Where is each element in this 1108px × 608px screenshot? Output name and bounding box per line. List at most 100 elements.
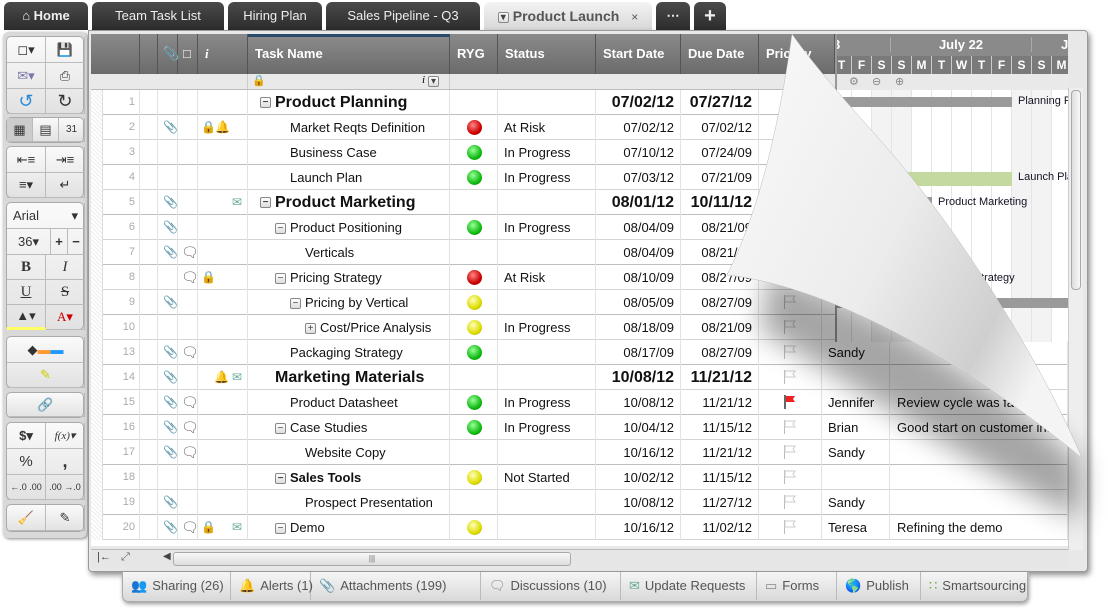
tab-sales-pipeline[interactable]: Sales Pipeline - Q3 [326,2,480,30]
row-drag-handle[interactable] [91,190,103,215]
row-drag-handle[interactable] [91,215,103,240]
priority-cell[interactable] [759,365,822,390]
status-cell[interactable]: At Risk [498,115,596,140]
start-date-cell[interactable]: 10/04/12 [596,415,681,440]
flag-off-icon[interactable] [784,370,796,384]
row-drag-handle[interactable] [91,465,103,490]
update-request-icon[interactable]: ✉ [232,370,242,384]
task-name-cell[interactable]: Business Case [248,140,450,165]
paperclip-icon[interactable]: 📎 [163,295,177,309]
status-cell[interactable]: In Progress [498,390,596,415]
new-sheet-dropdown-icon[interactable]: ◻▾ [7,37,46,63]
attachment-cell[interactable]: 📎 [158,290,178,315]
attachment-cell[interactable] [158,315,178,340]
row-drag-handle[interactable] [91,265,103,290]
add-tab-button[interactable]: + [694,2,726,30]
attachment-cell[interactable]: 📎 [158,440,178,465]
row-drag-handle[interactable] [91,440,103,465]
header-priority[interactable]: Priority [759,34,835,74]
status-cell[interactable]: Not Started [498,465,596,490]
row-drag-handle[interactable] [91,165,103,190]
task-name-cell[interactable]: Verticals [248,240,450,265]
ryg-cell[interactable] [450,265,498,290]
flag-off-icon[interactable] [784,520,796,534]
bottom-tab-publish[interactable]: 🌎 Publish [837,572,921,600]
italic-button[interactable]: I [46,255,85,280]
row-number[interactable]: 3 [103,140,140,165]
flag-off-icon[interactable] [784,345,796,359]
row-number[interactable]: 8 [103,265,140,290]
tab-product-launch[interactable]: ▾ Product Launch × [484,2,652,30]
tab-menu-dropdown-icon[interactable]: ▾ [497,11,509,23]
decrease-decimal-button[interactable]: ←.0 .00 [7,475,46,500]
discussion-cell[interactable] [178,115,198,140]
row-drag-handle[interactable] [91,90,103,115]
due-date-cell[interactable]: 11/15/12 [681,465,759,490]
priority-cell[interactable] [759,115,822,140]
ryg-cell[interactable] [450,340,498,365]
comments-cell[interactable] [890,365,1068,390]
row-number[interactable]: 2 [103,115,140,140]
task-name-cell[interactable]: − Demo [248,515,450,540]
header-start-date[interactable]: Start Date [596,34,681,74]
comments-cell[interactable]: Refining the demo [890,515,1068,540]
priority-cell[interactable] [759,165,822,190]
row-drag-handle[interactable] [91,340,103,365]
row-number[interactable]: 19 [103,490,140,515]
table-row[interactable]: 15 📎 🗨 Product Datasheet In Progress 10/08/12… [91,390,1068,415]
status-cell[interactable] [498,365,596,390]
discussion-cell[interactable]: 🗨 [178,240,198,265]
due-date-cell[interactable]: 11/27/12 [681,490,759,515]
ryg-cell[interactable] [450,165,498,190]
ryg-cell[interactable] [450,390,498,415]
header-status[interactable]: Status [498,34,596,74]
due-date-cell[interactable]: 11/21/12 [681,390,759,415]
priority-cell[interactable] [759,265,822,290]
row-number[interactable]: 15 [103,390,140,415]
status-cell[interactable]: In Progress [498,315,596,340]
row-drag-handle[interactable] [91,490,103,515]
priority-cell[interactable] [759,465,822,490]
due-date-cell[interactable]: 08/27/09 [681,340,759,365]
strikethrough-button[interactable]: S [46,280,85,305]
attachment-cell[interactable]: 📎 [158,490,178,515]
collapse-left-icon[interactable]: |← [97,551,111,563]
task-name-cell[interactable]: Marketing Materials [248,365,450,390]
status-cell[interactable] [498,515,596,540]
format-painter-icon[interactable]: ✎ [46,505,85,531]
task-name-cell[interactable]: Packaging Strategy [248,340,450,365]
task-name-cell[interactable]: Prospect Presentation [248,490,450,515]
task-name-cell[interactable]: Website Copy [248,440,450,465]
row-number[interactable]: 18 [103,465,140,490]
ryg-cell[interactable] [450,90,498,115]
font-size-select[interactable]: 36 ▾ [7,229,51,255]
start-date-cell[interactable]: 10/16/12 [596,440,681,465]
row-drag-handle[interactable] [91,140,103,165]
gantt-settings-icon[interactable]: ⚙ [849,75,859,88]
status-cell[interactable]: In Progress [498,415,596,440]
task-name-cell[interactable]: Product Datasheet [248,390,450,415]
ryg-cell[interactable] [450,140,498,165]
print-icon[interactable]: ⎙ [46,63,85,89]
conditional-format-icon[interactable]: ◆ ▬ ▬ [7,337,85,363]
priority-cell[interactable] [759,215,822,240]
row-drag-handle[interactable] [91,290,103,315]
comments-cell[interactable]: Good start on customer interv [890,415,1068,440]
table-row[interactable]: 13 📎 🗨 Packaging Strategy 08/17/09 08/27/09 Sa… [91,340,1068,365]
attachment-cell[interactable]: 📎 [158,415,178,440]
start-date-cell[interactable]: 10/08/12 [596,490,681,515]
attachment-cell[interactable]: 📎 [158,340,178,365]
vertical-scroll-thumb[interactable] [1071,90,1081,290]
fullscreen-icon[interactable]: ⤢ [121,551,130,564]
comment-icon[interactable]: 🗨 [181,345,197,359]
attachment-cell[interactable] [158,165,178,190]
start-date-cell[interactable]: 08/05/09 [596,290,681,315]
bottom-tab-smartsourcing[interactable]: ∷ Smartsourcing [921,572,1029,600]
discussion-cell[interactable] [178,315,198,340]
priority-cell[interactable] [759,490,822,515]
start-date-cell[interactable]: 08/17/09 [596,340,681,365]
discussion-cell[interactable]: 🗨 [178,390,198,415]
ryg-cell[interactable] [450,515,498,540]
collapse-icon[interactable]: − [290,298,301,310]
attachment-cell[interactable]: 📎 [158,240,178,265]
